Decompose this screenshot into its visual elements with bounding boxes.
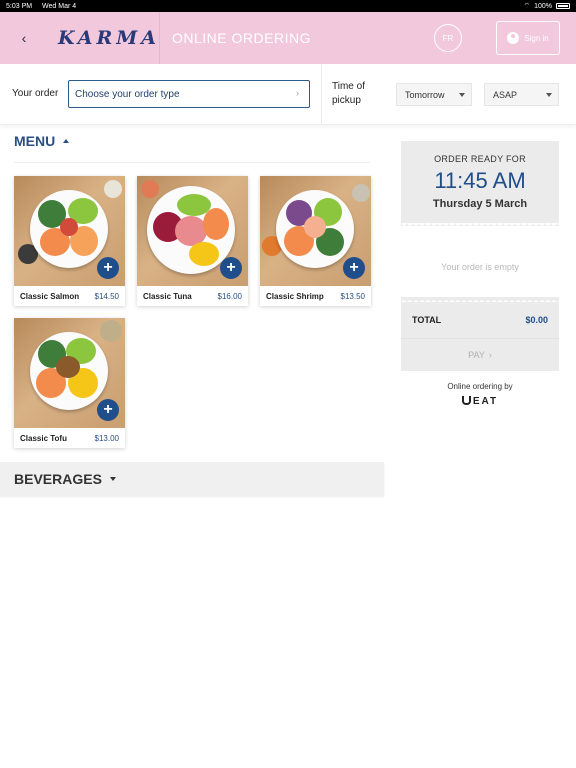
ready-date: Thursday 5 March [432,198,528,210]
add-to-cart-button[interactable]: + [97,399,119,421]
menu-item-card[interactable]: + Classic Tofu $13.00 [14,318,125,448]
beverages-section-toggle[interactable]: BEVERAGES [0,462,384,496]
pickup-time-value: ASAP [493,89,518,100]
back-chevron-icon[interactable]: ‹ [0,12,48,64]
add-to-cart-button[interactable]: + [97,257,119,279]
language-toggle-button[interactable]: FR [434,24,462,52]
caret-down-icon [546,93,552,97]
order-type-placeholder: Choose your order type [75,88,180,100]
status-date: Wed Mar 4 [42,2,77,10]
item-price: $14.50 [94,292,119,301]
chevron-right-icon: › [296,88,299,98]
beverages-heading: BEVERAGES [14,471,102,487]
item-price: $16.00 [217,292,242,301]
wifi-icon: ⌔ [523,2,531,10]
add-to-cart-button[interactable]: + [343,257,365,279]
time-of-pickup-text: Time of pickup [332,81,365,106]
menu-item-card[interactable]: + Classic Salmon $14.50 [14,176,125,306]
ready-time: 11:45 AM [434,168,526,193]
battery-percent: 100% [534,2,552,10]
pay-label: PAY [468,350,485,360]
ueat-logo[interactable]: EAT [401,396,559,407]
empty-cart-message: Your order is empty [441,262,519,272]
caret-down-icon [109,477,116,481]
divider [14,162,370,163]
total-label: TOTAL [412,315,442,325]
page-title: ONLINE ORDERING [172,30,311,46]
item-name: Classic Shrimp [266,292,324,301]
caret-down-icon [459,93,465,97]
your-order-label: Your order [12,88,59,99]
item-price: $13.00 [94,434,119,443]
ueat-u-icon [461,396,471,405]
powered-by-text: Online ordering by [447,382,513,391]
menu-item-card[interactable]: + Classic Shrimp $13.50 [260,176,371,306]
order-options-bar: Your order Choose your order type › Time… [0,64,576,125]
battery-icon [556,3,570,9]
divider [321,64,322,125]
receipt-edge [401,223,559,229]
signin-button[interactable]: Sign in [496,21,560,55]
chevron-right-icon: › [488,350,492,360]
pickup-day-dropdown[interactable]: Tomorrow [396,83,472,106]
total-row: TOTAL $0.00 [401,302,559,338]
pickup-time-dropdown[interactable]: ASAP [484,83,559,106]
ready-label: ORDER READY FOR [434,154,526,164]
menu-section-toggle[interactable]: MENU [14,133,70,149]
pickup-day-value: Tomorrow [405,89,445,100]
user-icon [507,32,520,44]
app-header: ‹ KARMA ONLINE ORDERING FR Sign in [0,12,576,64]
brand-logo[interactable]: KARMA [48,12,160,64]
status-bar: 5:03 PM Wed Mar 4 ⌔ 100% [0,0,576,12]
add-to-cart-button[interactable]: + [220,257,242,279]
order-type-select[interactable]: Choose your order type › [68,80,310,108]
order-ready-panel: ORDER READY FOR 11:45 AM Thursday 5 Marc… [401,141,559,226]
caret-up-icon [63,139,70,143]
pay-button[interactable]: PAY › [401,338,559,371]
item-price: $13.50 [340,292,365,301]
time-of-pickup-label: Time of pickup [332,80,372,108]
menu-heading: MENU [14,133,56,149]
total-value: $0.00 [525,315,548,325]
status-time: 5:03 PM [6,2,33,10]
item-name: Classic Tofu [20,434,67,443]
item-name: Classic Salmon [20,292,80,301]
ueat-brand: EAT [472,396,499,407]
menu-item-card[interactable]: + Classic Tuna $16.00 [137,176,248,306]
signin-label: Sign in [524,33,549,43]
item-name: Classic Tuna [143,292,192,301]
